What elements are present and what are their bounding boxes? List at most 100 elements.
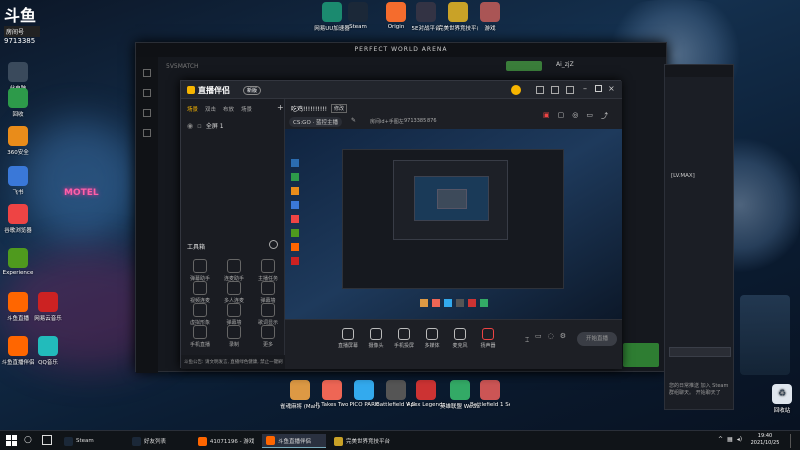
taskbar-item[interactable]: 好友列表 bbox=[128, 434, 192, 448]
desktop-left-shortcut[interactable]: Experience bbox=[0, 248, 38, 276]
search-icon[interactable]: ○ bbox=[24, 435, 32, 445]
desktop-top-icon bbox=[480, 2, 500, 22]
close-icon[interactable]: × bbox=[608, 84, 615, 93]
source-button[interactable]: 摄像头 bbox=[361, 328, 391, 349]
clock[interactable]: 19:40 2021/10/25 bbox=[748, 433, 782, 447]
taskbar-item[interactable]: 斗鱼直播伴侣 bbox=[262, 434, 326, 448]
icon-label: QQ音乐 bbox=[38, 360, 58, 366]
match-icon[interactable] bbox=[143, 89, 151, 97]
tool-button[interactable]: 视频连麦 bbox=[185, 281, 215, 304]
audio-icon[interactable]: ◎ bbox=[572, 111, 578, 121]
start-live-button[interactable]: 开始直播 bbox=[577, 332, 617, 346]
task-view-icon[interactable] bbox=[42, 435, 52, 445]
desktop-bottom-shortcut[interactable]: Battlefield 1 Se... bbox=[470, 380, 510, 408]
category-tag[interactable]: CS:GO · 蓝控主播 bbox=[289, 117, 343, 127]
source-button[interactable]: 扬声器 bbox=[473, 328, 503, 349]
preview-nested-window-2 bbox=[393, 160, 508, 240]
lock-icon[interactable]: ▫ bbox=[197, 122, 202, 130]
toolbox-more-icon[interactable] bbox=[269, 240, 278, 249]
tool-button[interactable]: 手机直播 bbox=[185, 325, 215, 348]
desktop-bottom-icon bbox=[322, 380, 342, 400]
desktop-left-shortcut[interactable]: 谷歌浏览器 bbox=[0, 204, 38, 234]
record-icon[interactable]: ▣ bbox=[543, 111, 550, 121]
tool-button[interactable]: 弹幕墙 bbox=[253, 281, 283, 304]
tab-0[interactable]: 场景 bbox=[187, 105, 198, 113]
tab-3[interactable]: 场景 bbox=[241, 105, 252, 113]
tool-button[interactable]: 弹幕墙 bbox=[219, 303, 249, 326]
tool-button[interactable]: 歌词显示 bbox=[253, 303, 283, 326]
tool-button[interactable]: 主播任务 bbox=[253, 259, 283, 282]
tool-button[interactable]: 更多 bbox=[253, 325, 283, 348]
desktop-left-shortcut[interactable]: 网易云音乐 bbox=[28, 292, 68, 322]
source-button[interactable]: 麦克风 bbox=[445, 328, 475, 349]
source-button[interactable]: 直播屏幕 bbox=[333, 328, 363, 349]
desktop-bottom-icon bbox=[416, 380, 436, 400]
taskbar-item[interactable]: 41071196 - 游戏 bbox=[194, 434, 258, 448]
volume-icon[interactable]: ◂) bbox=[737, 436, 742, 443]
tool-icon bbox=[193, 303, 207, 317]
taskbar-item[interactable]: 完美世界竞技平台 bbox=[330, 434, 394, 448]
tab-1[interactable]: 双击 bbox=[205, 105, 216, 113]
desktop-top-shortcut[interactable]: 游戏 bbox=[470, 2, 510, 32]
live-logo-icon bbox=[187, 86, 195, 94]
recycle-bin-icon[interactable]: ♻ 回收站 bbox=[762, 384, 800, 414]
pw-username[interactable]: Ai_zjZ bbox=[556, 61, 574, 68]
stream-title[interactable]: 吃鸡!!!!!!!!!! bbox=[291, 104, 327, 113]
icon-label: 谷歌浏览器 bbox=[4, 228, 32, 234]
steam-chat-input[interactable] bbox=[669, 347, 731, 357]
scene-item[interactable]: ◉ ▫ 全屏 1 bbox=[187, 121, 224, 131]
pw-action-button[interactable] bbox=[623, 343, 659, 367]
minimize-icon[interactable]: – bbox=[583, 84, 587, 93]
taskbar-item-label: Steam bbox=[76, 438, 94, 444]
camera-icon[interactable]: ▭ bbox=[586, 111, 593, 121]
windows-start-icon[interactable] bbox=[6, 435, 17, 446]
tool-button[interactable]: 连麦助手 bbox=[219, 259, 249, 282]
eye-icon[interactable]: ◉ bbox=[187, 122, 193, 130]
desktop-left-shortcut[interactable]: QQ音乐 bbox=[28, 336, 68, 366]
screenshot-icon[interactable]: ▢ bbox=[558, 111, 565, 121]
taskbar-item[interactable]: Steam bbox=[60, 434, 124, 448]
preview-desktop-icons bbox=[291, 159, 301, 279]
source-icon bbox=[342, 328, 354, 340]
system-tray: ^ ▦ ◂) bbox=[718, 436, 742, 443]
tool-button[interactable]: 多人连麦 bbox=[219, 281, 249, 304]
live-version-badge[interactable]: 新版 bbox=[243, 86, 262, 95]
desktop-left-shortcut[interactable]: 360安全 bbox=[0, 126, 38, 156]
tray-arrow-icon[interactable]: ^ bbox=[718, 436, 723, 443]
preview-toggle-icon[interactable]: ◌ bbox=[548, 332, 554, 340]
home-icon[interactable] bbox=[143, 69, 151, 77]
source-button[interactable]: 多媒体 bbox=[417, 328, 447, 349]
settings-icon[interactable] bbox=[566, 86, 574, 94]
settings-gear-icon[interactable]: ⚙ bbox=[560, 332, 566, 340]
record-toggle-icon[interactable]: ▭ bbox=[535, 332, 542, 340]
tab-2[interactable]: 布放 bbox=[223, 105, 234, 113]
desktop-left-shortcut[interactable]: 回收 bbox=[0, 88, 38, 118]
source-label: 扬声器 bbox=[480, 343, 496, 349]
friends-icon[interactable] bbox=[143, 129, 151, 137]
avatar[interactable] bbox=[511, 85, 521, 95]
desktop-left-shortcut[interactable]: 飞书 bbox=[0, 166, 38, 196]
taskbar-item-label: 完美世界竞技平台 bbox=[346, 439, 390, 445]
tool-button[interactable]: 虚拟形象 bbox=[185, 303, 215, 326]
source-icon bbox=[454, 328, 466, 340]
taskbar-app-icon bbox=[334, 436, 343, 446]
source-icon bbox=[482, 328, 494, 340]
share-icon[interactable]: ⤴ bbox=[601, 111, 608, 121]
edit-title-button[interactable]: 修改 bbox=[331, 104, 348, 113]
pw-start-button[interactable] bbox=[506, 61, 542, 71]
edit-category-icon[interactable]: ✎ bbox=[351, 117, 356, 124]
preview-nested-window-1 bbox=[342, 149, 564, 289]
message-icon[interactable] bbox=[536, 86, 544, 94]
taskbar-app-icon bbox=[64, 436, 73, 446]
source-button[interactable]: 手机投屏 bbox=[389, 328, 419, 349]
add-scene-icon[interactable]: + bbox=[277, 103, 284, 112]
show-desktop-button[interactable] bbox=[790, 434, 796, 448]
trophy-icon[interactable] bbox=[143, 109, 151, 117]
tool-button[interactable]: 弹幕助手 bbox=[185, 259, 215, 282]
gift-icon[interactable] bbox=[551, 86, 559, 94]
maximize-icon[interactable] bbox=[595, 85, 602, 92]
network-icon[interactable]: ▦ bbox=[727, 436, 733, 443]
tool-button[interactable]: 录制 bbox=[219, 325, 249, 348]
desktop-top-shortcut[interactable]: Steam bbox=[338, 2, 378, 30]
tool-icon bbox=[193, 281, 207, 295]
